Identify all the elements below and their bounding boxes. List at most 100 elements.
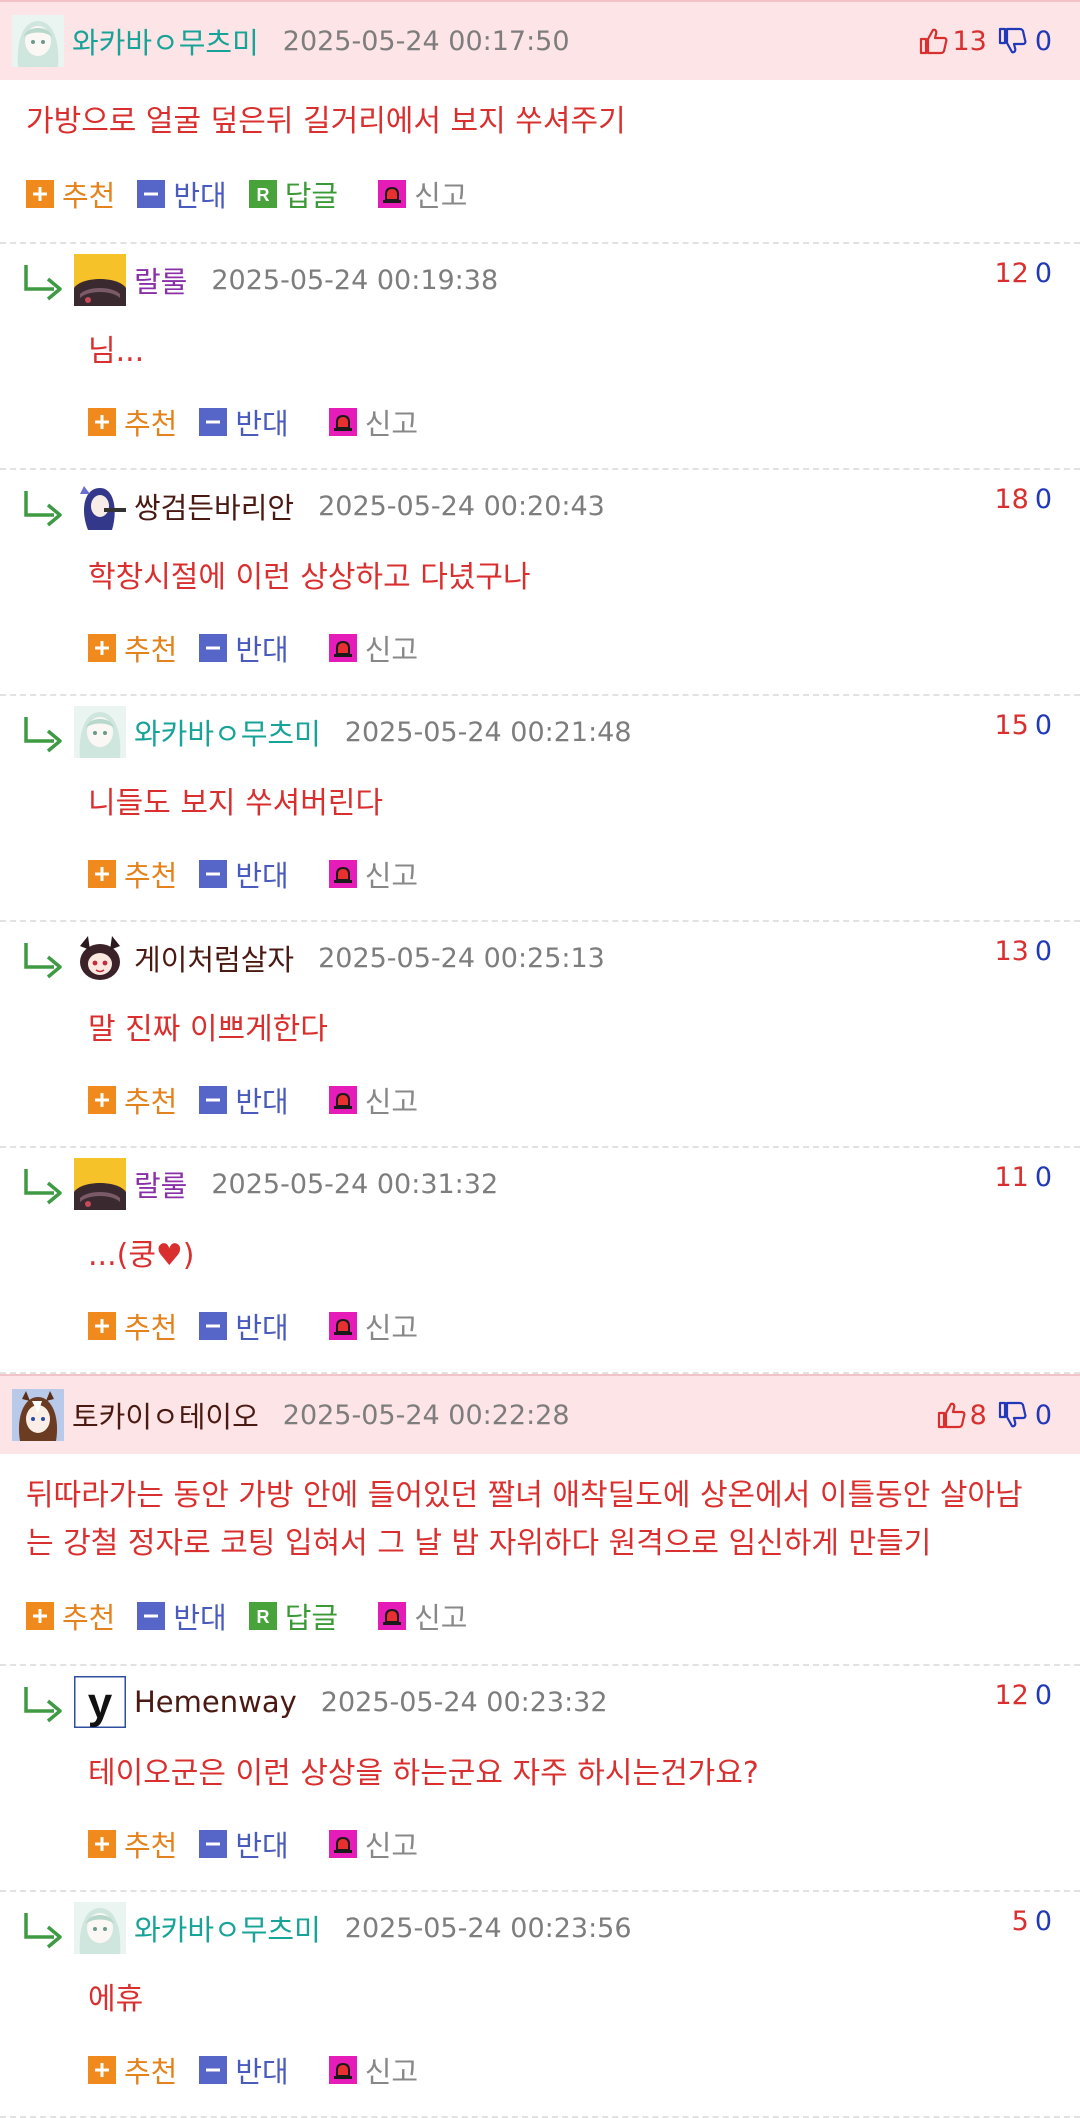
recommend-label: 추천 (124, 1085, 178, 1119)
comment-list: 와카바ㅇ무츠미 2025-05-24 00:17:50 13 0 가방으로 얼굴 덮은뒤… (0, 0, 1080, 2118)
avatar[interactable] (74, 1902, 126, 1954)
minus-icon (199, 408, 228, 436)
reply-arrow-icon (20, 483, 66, 529)
reply-comment: 랄룰 2025-05-24 00:19:38 12 0 님... 추천 반대 신고 (0, 244, 1080, 470)
author-name[interactable]: 와카바ㅇ무츠미 (72, 20, 259, 62)
author-name[interactable]: Hemenway (134, 1685, 297, 1719)
reply-label: 답글 (284, 179, 339, 213)
oppose-button[interactable]: 반대 (199, 1823, 289, 1865)
recommend-button[interactable]: 추천 (88, 1823, 177, 1865)
timestamp: 2025-05-24 00:20:43 (318, 490, 605, 522)
reply-arrow-icon (20, 1905, 66, 1951)
report-label: 신고 (414, 179, 468, 213)
comment-header: 토카이ㅇ테이오 2025-05-24 00:22:28 8 0 (0, 1376, 1080, 1454)
report-button[interactable]: 신고 (328, 401, 418, 443)
oppose-label: 반대 (235, 407, 289, 441)
author-name[interactable]: 와카바ㅇ무츠미 (134, 1907, 321, 1949)
minus-icon (199, 1086, 228, 1114)
upvote-count: 12 (994, 258, 1029, 289)
reply-comment: 와카바ㅇ무츠미 2025-05-24 00:23:56 5 0 에휴 추천 반대 신고 (0, 1892, 1080, 2118)
recommend-button[interactable]: 추천 (88, 401, 177, 443)
recommend-button[interactable]: 추천 (88, 853, 177, 895)
author-name[interactable]: 와카바ㅇ무츠미 (134, 711, 321, 753)
oppose-button[interactable]: 반대 (199, 853, 289, 895)
avatar[interactable] (74, 706, 126, 758)
oppose-button[interactable]: 반대 (137, 173, 227, 215)
recommend-label: 추천 (124, 859, 178, 893)
reply-button[interactable]: R 답글 (248, 1595, 339, 1637)
comment: 와카바ㅇ무츠미 2025-05-24 00:17:50 13 0 가방으로 얼굴 덮은뒤… (0, 0, 1080, 244)
timestamp: 2025-05-24 00:22:28 (282, 1399, 570, 1431)
avatar[interactable] (74, 932, 126, 984)
oppose-button[interactable]: 반대 (199, 1305, 289, 1347)
comment-body: 뒤따라가는 동안 가방 안에 들어있던 짤녀 애착딜도에 상온에서 이틀동안 살… (26, 1478, 1023, 1561)
upvote-count: 12 (994, 1680, 1029, 1711)
vote-counts: 15 0 (994, 710, 1052, 741)
oppose-button[interactable]: 반대 (199, 1079, 289, 1121)
oppose-button[interactable]: 반대 (199, 2049, 289, 2091)
author-name[interactable]: 랄룰 (134, 259, 187, 301)
recommend-button[interactable]: 추천 (88, 627, 177, 669)
svg-text:R: R (256, 185, 269, 205)
avatar[interactable] (12, 15, 64, 67)
report-label: 신고 (364, 633, 419, 667)
author-name[interactable]: 토카이ㅇ테이오 (72, 1394, 259, 1436)
report-button[interactable]: 신고 (328, 2049, 418, 2091)
oppose-button[interactable]: 반대 (199, 401, 289, 443)
comment-header: 게이처럼살자 2025-05-24 00:25:13 13 0 (0, 922, 1080, 988)
recommend-button[interactable]: 추천 (88, 1305, 177, 1347)
reply-button[interactable]: R 답글 (248, 173, 339, 215)
reply-arrow-icon (20, 257, 66, 303)
avatar[interactable] (74, 480, 126, 532)
siren-icon (328, 408, 357, 436)
avatar[interactable] (12, 1389, 64, 1441)
report-label: 신고 (414, 1601, 468, 1635)
author-name[interactable]: 게이처럼살자 (134, 937, 294, 979)
plus-icon (88, 1830, 116, 1858)
comment-body: 말 진짜 이쁘게한다 (88, 1012, 328, 1047)
recommend-button[interactable]: 추천 (88, 2049, 177, 2091)
comment-actions: 추천 반대 신고 (0, 1054, 1080, 1146)
comment: 토카이ㅇ테이오 2025-05-24 00:22:28 8 0 뒤따라가는 동안 가방 … (0, 1374, 1080, 1666)
comment-header: 랄룰 2025-05-24 00:31:32 11 0 (0, 1148, 1080, 1214)
recommend-label: 추천 (62, 1601, 116, 1635)
author-name[interactable]: 랄룰 (134, 1163, 187, 1205)
oppose-label: 반대 (235, 1829, 289, 1863)
report-button[interactable]: 신고 (328, 1305, 418, 1347)
comment-header: 쌍검든바리안 2025-05-24 00:20:43 18 0 (0, 470, 1080, 536)
reply-comment: 랄룰 2025-05-24 00:31:32 11 0 ...(쿵♥) 추천 반대 신고 (0, 1148, 1080, 1374)
siren-icon (328, 1830, 357, 1858)
report-button[interactable]: 신고 (328, 853, 419, 895)
recommend-button[interactable]: 추천 (88, 1079, 177, 1121)
comment-actions: 추천 반대 신고 (0, 828, 1080, 920)
avatar[interactable] (74, 1158, 126, 1210)
plus-icon (26, 180, 54, 208)
vote-counts: 13 0 (918, 2, 1052, 80)
minus-icon (199, 1830, 228, 1858)
author-name[interactable]: 쌍검든바리안 (134, 485, 294, 527)
recommend-button[interactable]: 추천 (26, 173, 115, 215)
report-button[interactable]: 신고 (378, 1595, 468, 1637)
report-label: 신고 (364, 1829, 419, 1863)
avatar[interactable]: y (72, 1674, 128, 1730)
downvote-count: 0 (1034, 25, 1052, 57)
vote-counts: 13 0 (994, 936, 1052, 967)
avatar[interactable] (74, 254, 126, 306)
plus-icon (88, 860, 116, 888)
oppose-button[interactable]: 반대 (199, 627, 289, 669)
report-label: 신고 (364, 859, 419, 893)
report-label: 신고 (364, 1085, 419, 1119)
plus-icon (88, 1086, 116, 1114)
recommend-button[interactable]: 추천 (26, 1595, 115, 1637)
oppose-button[interactable]: 반대 (137, 1595, 227, 1637)
report-button[interactable]: 신고 (378, 173, 468, 215)
report-button[interactable]: 신고 (328, 1079, 419, 1121)
report-button[interactable]: 신고 (328, 1823, 419, 1865)
upvote-count: 15 (994, 710, 1029, 741)
timestamp: 2025-05-24 00:23:56 (344, 1912, 632, 1944)
comment-header: 와카바ㅇ무츠미 2025-05-24 00:23:56 5 0 (0, 1892, 1080, 1958)
report-button[interactable]: 신고 (328, 627, 419, 669)
reply-label: 답글 (284, 1601, 339, 1635)
upvote-count: 5 (1011, 1906, 1029, 1937)
oppose-label: 반대 (235, 1085, 289, 1119)
